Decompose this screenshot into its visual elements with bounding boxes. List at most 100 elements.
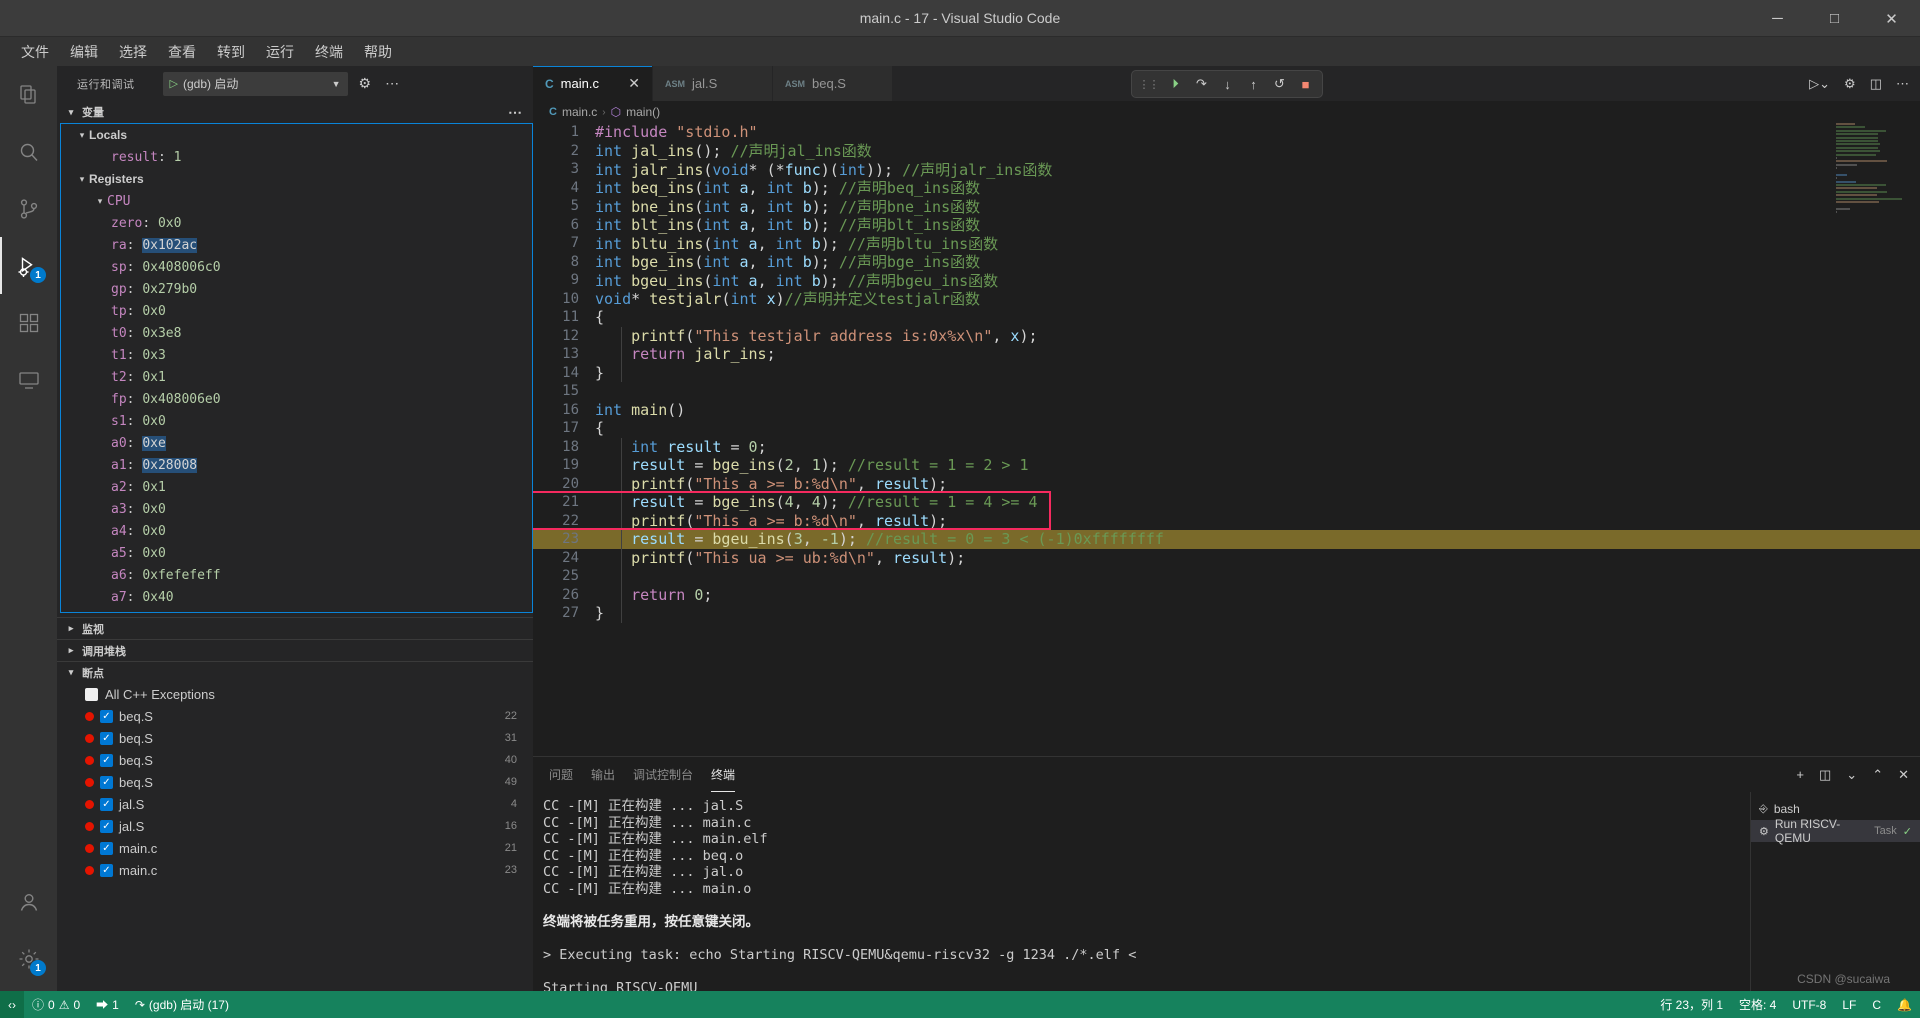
eol[interactable]: LF [1834, 991, 1864, 1018]
step-into-button[interactable]: ↓ [1216, 73, 1240, 95]
debug-session-status[interactable]: ↷ (gdb) 启动 (17) [127, 991, 237, 1018]
tab-output[interactable]: 输出 [591, 757, 615, 792]
watch-pane-header[interactable]: ▸ 监视 [57, 617, 533, 639]
tab-beq-s[interactable]: ASM beq.S [773, 66, 893, 101]
code-line-14[interactable]: 14} [533, 364, 1920, 383]
code-line-22[interactable]: 22 printf("This a >= b:%d\n", result); [533, 512, 1920, 531]
register-row-a6[interactable]: a6: 0xfefefeff [61, 564, 532, 586]
ports-status[interactable]: ⮕ 1 [88, 991, 127, 1018]
checkbox-checked-icon[interactable]: ✓ [100, 841, 113, 855]
code-line-8[interactable]: 8 int bge_ins(int a, int b); //声明bge_ins函… [533, 253, 1920, 271]
breakpoint-row[interactable]: ✓ beq.S 40 [57, 749, 533, 771]
code-line-9[interactable]: 9 int bgeu_ins(int a, int b); //声明bgeu_in… [533, 271, 1920, 290]
maximize-panel-icon[interactable]: ⌃ [1869, 765, 1886, 785]
code-line-26[interactable]: 26 return 0; [533, 586, 1920, 605]
code-line-6[interactable]: 6 int blt_ins(int a, int b); //声明blt_ins函… [533, 216, 1920, 234]
tab-jal-s[interactable]: ASM jal.S [653, 66, 773, 101]
checkbox-unchecked-icon[interactable] [85, 687, 98, 701]
code-line-12[interactable]: 12 printf("This testjalr address is:0x%x… [533, 327, 1920, 346]
search-icon[interactable] [0, 123, 57, 180]
register-row-tp[interactable]: tp: 0x0 [61, 300, 532, 322]
code-line-1[interactable]: 1 #include "stdio.h" [533, 123, 1920, 142]
tab-terminal[interactable]: 终端 [711, 757, 736, 792]
terminal-item-riscv-qemu[interactable]: ⚙ Run RISCV-QEMU Task ✓ [1751, 817, 1920, 845]
code-line-15[interactable]: 15 [533, 382, 1920, 401]
menu-run[interactable]: 运行 [257, 38, 303, 66]
run-code-icon[interactable]: ▷⌄ [1804, 72, 1835, 96]
tab-main-c[interactable]: C main.c ✕ [533, 66, 653, 101]
breakpoints-pane-header[interactable]: ▾ 断点 [57, 661, 533, 683]
menu-terminal[interactable]: 终端 [306, 38, 352, 66]
breakpoint-row[interactable]: ✓ main.c 23 [57, 859, 533, 881]
step-out-button[interactable]: ↑ [1242, 73, 1266, 95]
code-line-4[interactable]: 4 int beq_ins(int a, int b); //声明beq_ins函… [533, 179, 1920, 197]
register-row-a0[interactable]: a0: 0xe [61, 432, 532, 454]
debug-toolbar[interactable]: ⋮⋮ ⏵ ↷ ↓ ↑ ↺ ■ [1130, 70, 1323, 98]
debug-toolbar-grip[interactable]: ⋮⋮ [1136, 78, 1162, 91]
code-line-5[interactable]: 5 int bne_ins(int a, int b); //声明bne_ins函… [533, 197, 1920, 216]
register-row-fp[interactable]: fp: 0x408006e0 [61, 388, 532, 410]
register-row-a1[interactable]: a1: 0x28008 [61, 454, 532, 476]
settings-icon[interactable]: ⚙ [1839, 72, 1861, 96]
extensions-icon[interactable] [0, 294, 57, 351]
callstack-pane-header[interactable]: ▸ 调用堆栈 [57, 639, 533, 661]
breakpoint-row[interactable]: ✓ beq.S 22 [57, 705, 533, 727]
notifications-bell-icon[interactable]: 🔔 [1889, 991, 1920, 1018]
variables-pane-header[interactable]: ▾ 变量 ⋯ [57, 101, 533, 123]
variable-row-result[interactable]: result : 1 [61, 146, 532, 168]
checkbox-checked-icon[interactable]: ✓ [100, 731, 113, 745]
breadcrumb-file[interactable]: main.c [562, 105, 597, 119]
register-row-gp[interactable]: gp: 0x279b0 [61, 278, 532, 300]
problems-status[interactable]: ⓘ 0 ⚠ 0 [24, 991, 88, 1018]
register-row-a5[interactable]: a5: 0x0 [61, 542, 532, 564]
register-row-a4[interactable]: a4: 0x0 [61, 520, 532, 542]
code-line-7[interactable]: 7 int bltu_ins(int a, int b); //声明bltu_in… [533, 234, 1920, 253]
language-mode[interactable]: C [1864, 991, 1889, 1018]
close-button[interactable]: ✕ [1863, 0, 1920, 37]
stop-button[interactable]: ■ [1294, 73, 1318, 95]
code-line-17[interactable]: 17 { [533, 419, 1920, 438]
accounts-icon[interactable] [0, 873, 57, 930]
start-debug-icon[interactable]: ▷ [170, 77, 178, 90]
split-editor-right-icon[interactable]: ◫ [1865, 72, 1887, 96]
close-panel-icon[interactable]: ✕ [1895, 765, 1912, 785]
code-line-18[interactable]: 18 int result = 0; [533, 438, 1920, 457]
breakpoint-row[interactable]: ✓ main.c 21 [57, 837, 533, 859]
terminal-output[interactable]: CC -[M] 正在构建 ... jal.S CC -[M] 正在构建 ... m… [533, 792, 1750, 991]
checkbox-checked-icon[interactable]: ✓ [100, 863, 113, 877]
tab-problems[interactable]: 问题 [549, 757, 573, 792]
register-row-zero[interactable]: zero: 0x0 [61, 212, 532, 234]
register-row-a7[interactable]: a7: 0x40 [61, 586, 532, 608]
menu-file[interactable]: 文件 [12, 38, 58, 66]
register-row-ra[interactable]: ra: 0x102ac [61, 234, 532, 256]
register-row-t2[interactable]: t2: 0x1 [61, 366, 532, 388]
code-line-19[interactable]: 19 result = bge_ins(2, 1); //result = 1 … [533, 456, 1920, 475]
checkbox-checked-icon[interactable]: ✓ [100, 797, 113, 811]
settings-gear-icon[interactable]: 1 [0, 930, 57, 987]
menu-edit[interactable]: 编辑 [61, 38, 107, 66]
remote-indicator[interactable]: ‹› [0, 991, 24, 1018]
code-line-24[interactable]: 24 printf("This ua >= ub:%d\n", result); [533, 549, 1920, 568]
step-over-button[interactable]: ↷ [1190, 73, 1214, 95]
register-row-t1[interactable]: t1: 0x3 [61, 344, 532, 366]
code-line-27[interactable]: 27} [533, 604, 1920, 623]
register-row-a2[interactable]: a2: 0x1 [61, 476, 532, 498]
new-terminal-icon[interactable]: + [1793, 765, 1807, 784]
minimize-button[interactable]: ─ [1749, 0, 1806, 37]
checkbox-checked-icon[interactable]: ✓ [100, 775, 113, 789]
menu-help[interactable]: 帮助 [355, 38, 401, 66]
run-and-debug-icon[interactable]: 1 [0, 237, 57, 294]
debug-settings-gear-icon[interactable]: ⚙ [356, 72, 375, 95]
register-row-t0[interactable]: t0: 0x3e8 [61, 322, 532, 344]
checkbox-checked-icon[interactable]: ✓ [100, 709, 113, 723]
indentation[interactable]: 空格: 4 [1731, 991, 1784, 1018]
checkbox-checked-icon[interactable]: ✓ [100, 753, 113, 767]
editor-more-actions-icon[interactable]: ⋯ [1891, 72, 1914, 96]
register-row-a3[interactable]: a3: 0x0 [61, 498, 532, 520]
breadcrumb-symbol[interactable]: main() [626, 105, 660, 119]
restart-button[interactable]: ↺ [1268, 73, 1292, 95]
remote-explorer-icon[interactable] [0, 351, 57, 408]
breakpoint-row[interactable]: ✓ beq.S 49 [57, 771, 533, 793]
variables-tree[interactable]: ▾ Locals result : 1 ▾ Registers ▾ CPU ze… [60, 123, 533, 613]
tree-item-registers[interactable]: ▾ Registers [61, 168, 532, 190]
